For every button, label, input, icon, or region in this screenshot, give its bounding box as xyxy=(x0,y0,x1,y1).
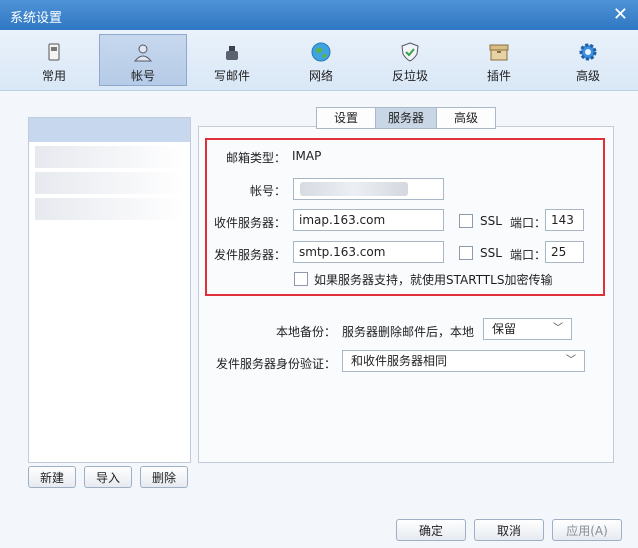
toolbar-item-antispam[interactable]: 反垃圾 xyxy=(366,34,454,86)
smtp-auth-select[interactable]: 和收件服务器相同 ﹀ xyxy=(342,350,585,372)
incoming-server-field[interactable]: imap.163.com xyxy=(293,209,444,231)
outgoing-server-label: 发件服务器： xyxy=(213,248,286,262)
box-icon xyxy=(489,44,509,61)
toolbar-item-compose[interactable]: 写邮件 xyxy=(188,34,276,86)
incoming-ssl-checkbox[interactable] xyxy=(459,214,473,228)
apply-button[interactable]: 应用(A) xyxy=(552,519,622,541)
smtp-auth-value: 和收件服务器相同 xyxy=(351,354,448,368)
smtp-auth-label: 发件服务器身份验证： xyxy=(215,357,336,371)
toolbar-label: 高级 xyxy=(575,69,600,83)
gear-icon xyxy=(579,43,597,61)
toolbar-item-account[interactable]: 帐号 xyxy=(99,34,187,86)
toolbar-item-general[interactable]: 常用 xyxy=(10,34,98,86)
globe-icon xyxy=(311,42,331,62)
outgoing-port-field[interactable]: 25 xyxy=(545,241,584,263)
account-field[interactable] xyxy=(293,178,444,200)
toolbar-label: 写邮件 xyxy=(213,69,250,83)
toolbar-item-advanced[interactable]: 高级 xyxy=(544,34,632,86)
settings-window: 系统设置 ✕ 常用 帐号 写邮件 网络 反垃圾 插件 高级 新建 导入 删除 设… xyxy=(0,0,638,548)
redacted-account xyxy=(300,182,408,196)
toolbar-item-network[interactable]: 网络 xyxy=(277,34,365,86)
tab-advanced[interactable]: 高级 xyxy=(436,107,496,129)
tab-settings[interactable]: 设置 xyxy=(316,107,376,129)
toolbar-label: 插件 xyxy=(486,69,511,83)
user-icon xyxy=(133,44,153,62)
account-list-item[interactable] xyxy=(29,118,190,142)
outgoing-server-field[interactable]: smtp.163.com xyxy=(293,241,444,263)
account-list[interactable] xyxy=(28,117,191,463)
chevron-down-icon: ﹀ xyxy=(566,355,576,366)
toolbar-label: 反垃圾 xyxy=(391,69,428,83)
close-icon[interactable]: ✕ xyxy=(613,4,628,25)
new-account-button[interactable]: 新建 xyxy=(28,466,76,488)
incoming-port-field[interactable]: 143 xyxy=(545,209,584,231)
account-list-item[interactable] xyxy=(35,172,184,194)
local-backup-description: 服务器删除邮件后，本地 xyxy=(342,325,475,339)
account-list-item[interactable] xyxy=(35,146,184,168)
local-backup-select[interactable]: 保留 ﹀ xyxy=(483,318,572,340)
outgoing-ssl-checkbox[interactable] xyxy=(459,246,473,260)
toolbar-item-plugins[interactable]: 插件 xyxy=(455,34,543,86)
shield-check-icon xyxy=(401,42,419,62)
mailbox-type-value: IMAP xyxy=(292,149,322,163)
local-backup-value: 保留 xyxy=(492,322,517,336)
window-title: 系统设置 xyxy=(10,11,63,26)
outgoing-ssl-label: SSL xyxy=(480,246,502,260)
title-bar: 系统设置 ✕ xyxy=(0,0,638,30)
ok-button[interactable]: 确定 xyxy=(396,519,466,541)
inkwell-icon xyxy=(226,46,238,60)
incoming-server-label: 收件服务器： xyxy=(213,216,286,230)
toolbar-label: 常用 xyxy=(41,69,66,83)
cancel-button[interactable]: 取消 xyxy=(474,519,544,541)
toolbar-label: 帐号 xyxy=(130,69,155,83)
starttls-checkbox[interactable] xyxy=(294,272,308,286)
toolbar-label: 网络 xyxy=(308,69,333,83)
delete-account-button[interactable]: 删除 xyxy=(140,466,188,488)
category-toolbar: 常用 帐号 写邮件 网络 反垃圾 插件 高级 xyxy=(0,30,638,91)
account-label: 帐号： xyxy=(249,184,286,198)
import-account-button[interactable]: 导入 xyxy=(84,466,132,488)
tab-server[interactable]: 服务器 xyxy=(375,107,437,129)
outgoing-port-label: 端口： xyxy=(510,248,547,262)
account-list-item[interactable] xyxy=(35,198,184,220)
starttls-label: 如果服务器支持，就使用STARTTLS加密传输 xyxy=(314,273,553,287)
chevron-down-icon: ﹀ xyxy=(553,323,563,334)
local-backup-label: 本地备份： xyxy=(275,325,336,339)
incoming-ssl-label: SSL xyxy=(480,214,502,228)
phone-icon xyxy=(48,43,60,61)
incoming-port-label: 端口： xyxy=(510,216,547,230)
mailbox-type-label: 邮箱类型： xyxy=(225,151,286,165)
